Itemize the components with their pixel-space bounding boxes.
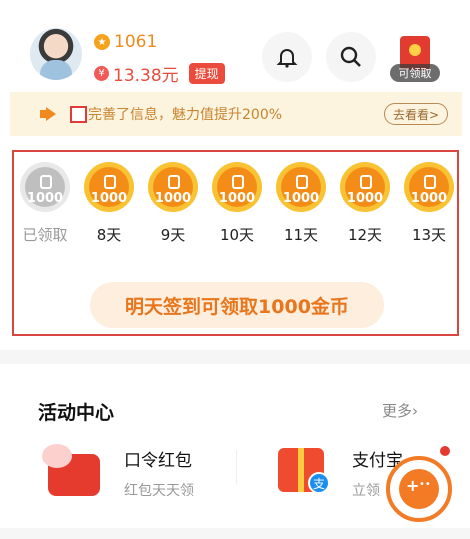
coin-balance[interactable]: ★ 1061 xyxy=(94,32,157,52)
activity-subtitle: 立领 xyxy=(352,483,380,499)
checkin-day-label: 10天 xyxy=(219,226,255,244)
profile-tip-bar: 完善了信息，魅力值提升200% 去看看> xyxy=(10,92,462,136)
avatar[interactable] xyxy=(30,28,82,80)
game-float-button[interactable] xyxy=(386,456,452,522)
coin-disc-icon: 1000 xyxy=(212,162,262,212)
red-packet-claim-tag: 可领取 xyxy=(390,64,440,82)
search-icon xyxy=(340,46,361,67)
coin-disc-icon: 1000 xyxy=(340,162,390,212)
coin-disc-icon: 1000 xyxy=(276,162,326,212)
gift-box-icon: 支 xyxy=(268,440,334,500)
coin-disc-icon: 1000 xyxy=(84,162,134,212)
tip-text: 完善了信息，魅力值提升200% xyxy=(88,107,283,123)
withdraw-button[interactable]: 提现 xyxy=(188,63,225,84)
view-profile-button[interactable]: 去看看> xyxy=(383,103,448,125)
alipay-icon: 支 xyxy=(308,472,330,494)
checkin-day-11: 1000 11天 xyxy=(274,162,328,245)
bell-icon xyxy=(276,49,298,68)
activity-subtitle: 红包天天领 xyxy=(124,483,194,499)
more-link[interactable]: 更多› xyxy=(382,400,418,421)
notification-dot xyxy=(440,446,450,456)
section-divider xyxy=(0,350,470,364)
cash-balance: ¥ 13.38元 提现 xyxy=(94,61,225,86)
checkin-day-label: 9天 xyxy=(160,226,186,244)
yuan-icon: ¥ xyxy=(94,66,109,81)
checkin-day-8: 1000 8天 xyxy=(82,162,136,245)
coin-count: 1061 xyxy=(114,32,158,52)
chevron-right-icon: › xyxy=(412,402,419,420)
activity-name: 口令红包 xyxy=(124,451,192,471)
checkin-day-12: 1000 12天 xyxy=(338,162,392,245)
cash-amount: 13.38元 xyxy=(113,66,179,86)
checkin-day-label: 11天 xyxy=(283,226,319,244)
gift-redpacket-icon xyxy=(40,440,106,500)
megaphone-icon xyxy=(40,107,58,121)
activity-separator xyxy=(236,450,237,484)
search-button[interactable] xyxy=(326,32,376,82)
activity-center-title: 活动中心 xyxy=(38,402,115,424)
checkin-day-label: 8天 xyxy=(96,226,122,244)
star-coin-icon: ★ xyxy=(94,34,110,50)
checkin-day-label: 13天 xyxy=(411,226,447,244)
notification-button[interactable] xyxy=(262,32,312,82)
checkin-day-10: 1000 10天 xyxy=(210,162,264,245)
checkin-tomorrow-button[interactable]: 明天签到可领取1000金币 xyxy=(90,282,384,328)
checkin-day-claimed: 1000 已领取 xyxy=(18,162,72,245)
profile-header: ★ 1061 ¥ 13.38元 提现 可领取 xyxy=(0,0,470,90)
coin-disc-icon: 1000 xyxy=(404,162,454,212)
daily-checkin-panel: 1000 已领取 1000 8天 1000 9天 1000 10天 1000 1… xyxy=(12,150,459,336)
checkin-day-label: 12天 xyxy=(347,226,383,244)
checkin-day-9: 1000 9天 xyxy=(146,162,200,245)
checkin-day-13: 1000 13天 xyxy=(402,162,456,245)
gamepad-icon xyxy=(399,469,439,509)
red-packet-button[interactable]: 可领取 xyxy=(390,36,440,82)
tip-checkbox xyxy=(70,105,87,123)
coin-disc-icon: 1000 xyxy=(148,162,198,212)
more-label: 更多 xyxy=(382,402,413,420)
avatar-figure xyxy=(40,60,72,80)
checkin-day-label: 已领取 xyxy=(22,226,68,244)
bottom-divider xyxy=(0,528,470,539)
coin-disc-icon: 1000 xyxy=(20,162,70,212)
